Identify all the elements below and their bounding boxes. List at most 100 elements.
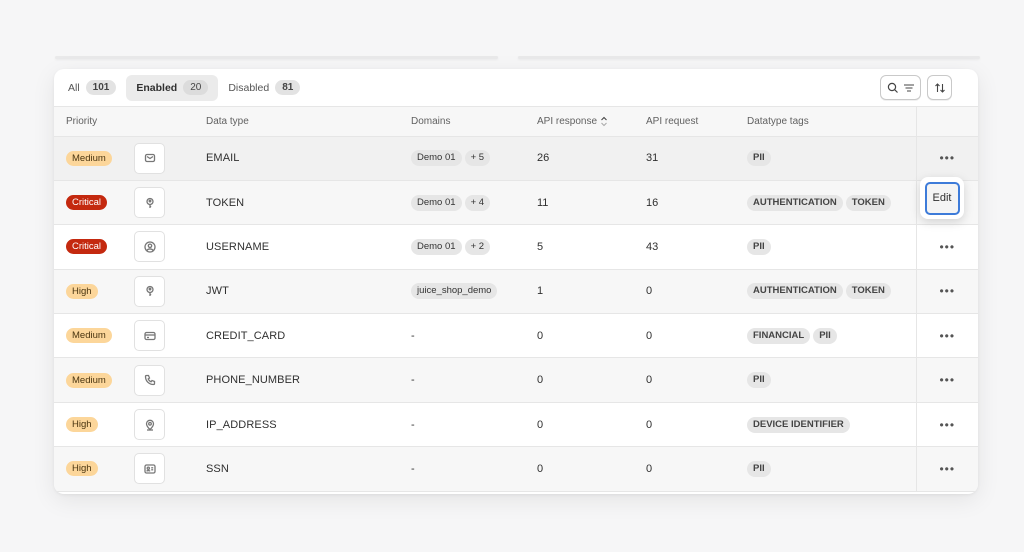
tags-cell: PII xyxy=(747,447,916,491)
datatype-tag: PII xyxy=(747,372,771,389)
priority-badge: Medium xyxy=(66,150,112,166)
user-circle-icon xyxy=(143,241,156,253)
more-actions-button[interactable]: ••• xyxy=(939,240,955,254)
api-request-value: 0 xyxy=(646,462,653,475)
datatype-icon-box xyxy=(134,187,165,219)
column-header-data-type[interactable]: Data type xyxy=(206,107,411,136)
column-header-domains[interactable]: Domains xyxy=(411,107,537,136)
datatype-name[interactable]: PHONE_NUMBER xyxy=(206,374,300,386)
api-request-value: 0 xyxy=(646,418,653,431)
more-actions-button[interactable]: ••• xyxy=(939,151,955,165)
column-header-icon xyxy=(134,107,206,136)
tab-count: 101 xyxy=(85,80,117,95)
domain-chip: juice_shop_demo xyxy=(411,283,498,300)
table-row[interactable]: High JWT juice_shop_demo 1 0 AUTHENTICAT… xyxy=(54,269,978,314)
api-request-value: 16 xyxy=(646,196,659,209)
column-header-actions xyxy=(915,107,978,136)
api-response-value: 0 xyxy=(537,329,544,342)
priority-badge: High xyxy=(66,461,98,477)
datatype-name[interactable]: IP_ADDRESS xyxy=(206,419,277,431)
tags-cell: PII xyxy=(747,358,916,402)
tab-disabled[interactable]: Disabled 81 xyxy=(222,75,306,101)
background-panel-edge-right xyxy=(518,56,980,59)
datatype-icon-box xyxy=(134,453,165,485)
table-row[interactable]: High IP_ADDRESS - 0 0 DEVICE IDENTIFIER … xyxy=(54,402,978,447)
empty-domains: - xyxy=(411,329,415,342)
background-panel-edge-left xyxy=(55,56,498,59)
table-row[interactable]: Medium CREDIT_CARD - 0 0 FINANCIAL PII ••… xyxy=(54,313,978,358)
key-icon xyxy=(145,197,154,208)
api-request-value: 43 xyxy=(646,240,659,253)
api-request-value: 0 xyxy=(646,374,653,387)
datatype-tag: PII xyxy=(747,150,771,167)
sort-chevrons-icon[interactable] xyxy=(600,116,608,127)
more-domains-chip[interactable]: + 4 xyxy=(464,194,491,211)
more-actions-button[interactable]: ••• xyxy=(939,329,955,343)
datatype-name[interactable]: SSN xyxy=(206,463,229,475)
more-actions-button[interactable]: ••• xyxy=(939,284,955,298)
tags-cell: PII xyxy=(747,136,916,180)
datatype-name[interactable]: CREDIT_CARD xyxy=(206,330,285,342)
tab-count: 20 xyxy=(183,80,209,95)
api-response-value: 5 xyxy=(537,240,544,253)
more-actions-button[interactable]: ••• xyxy=(939,418,955,432)
tab-all[interactable]: All 101 xyxy=(62,75,122,101)
priority-badge: Medium xyxy=(66,328,112,344)
table-row[interactable]: Medium PHONE_NUMBER - 0 0 PII ••• xyxy=(54,357,978,403)
search-filter-button[interactable] xyxy=(880,75,921,100)
tab-label: Disabled xyxy=(228,81,270,94)
table-row[interactable]: Medium EMAIL Demo 01 + 5 26 31 PII ••• xyxy=(54,136,978,181)
domains-cell: Demo 01 + 5 xyxy=(411,136,537,180)
table-row[interactable]: Critical USERNAME Demo 01 + 2 5 43 PII ••… xyxy=(54,224,978,270)
more-domains-chip[interactable]: + 2 xyxy=(464,238,491,255)
domain-chip: Demo 01 xyxy=(411,238,462,255)
api-response-value: 26 xyxy=(537,152,550,165)
column-header-label: API response xyxy=(537,115,598,127)
id-card-icon xyxy=(143,464,156,474)
empty-domains: - xyxy=(411,418,415,431)
location-pin-icon xyxy=(145,419,154,431)
datatype-tag: PII xyxy=(813,327,837,344)
datatype-icon-box xyxy=(134,364,165,396)
datatype-name[interactable]: USERNAME xyxy=(206,241,269,253)
credit-card-icon xyxy=(143,331,156,340)
table-row[interactable]: High SSN - 0 0 PII ••• xyxy=(54,446,978,492)
domains-cell: Demo 01 + 2 xyxy=(411,225,537,269)
phone-icon xyxy=(144,374,155,386)
datatype-name[interactable]: JWT xyxy=(206,285,229,297)
api-response-value: 11 xyxy=(537,196,549,209)
more-actions-button[interactable]: ••• xyxy=(939,462,955,476)
tab-enabled[interactable]: Enabled 20 xyxy=(126,74,219,101)
api-request-value: 0 xyxy=(646,329,653,342)
domains-cell: - xyxy=(411,358,537,402)
edit-button[interactable]: Edit xyxy=(924,181,960,215)
column-header-api-response[interactable]: API response xyxy=(537,107,646,136)
priority-badge: High xyxy=(66,283,98,299)
domains-cell: - xyxy=(411,447,537,491)
column-header-datatype-tags[interactable]: Datatype tags xyxy=(747,107,916,136)
domains-cell: juice_shop_demo xyxy=(411,269,537,313)
datatype-icon-box xyxy=(134,409,165,441)
priority-badge: Critical xyxy=(66,239,108,255)
sort-button[interactable] xyxy=(927,75,952,100)
more-domains-chip[interactable]: + 5 xyxy=(464,150,491,167)
column-header-priority[interactable]: Priority xyxy=(54,107,134,136)
api-response-value: 0 xyxy=(537,374,544,387)
row-actions-popover: Edit xyxy=(920,177,964,219)
more-actions-button[interactable]: ••• xyxy=(939,373,955,387)
tab-label: All xyxy=(68,81,80,94)
priority-badge: Medium xyxy=(66,372,112,388)
datatype-name[interactable]: TOKEN xyxy=(206,197,244,209)
filter-tabs: All 101 Enabled 20 Disabled 81 xyxy=(54,69,978,107)
table-row[interactable]: Critical TOKEN Demo 01 + 4 11 16 AUTHENTI… xyxy=(54,180,978,225)
datatype-name[interactable]: EMAIL xyxy=(206,152,240,164)
domains-cell: - xyxy=(411,402,537,446)
datatype-tag: FINANCIAL xyxy=(747,327,811,344)
priority-badge: Critical xyxy=(66,195,108,211)
datatype-icon-box xyxy=(134,231,165,263)
datatype-tag: TOKEN xyxy=(845,194,891,211)
datatype-icon-box xyxy=(134,275,165,307)
table-header-row: Priority Data type Domains API response … xyxy=(54,107,978,136)
tags-cell: FINANCIAL PII xyxy=(747,314,916,358)
column-header-api-request[interactable]: API request xyxy=(646,107,747,136)
